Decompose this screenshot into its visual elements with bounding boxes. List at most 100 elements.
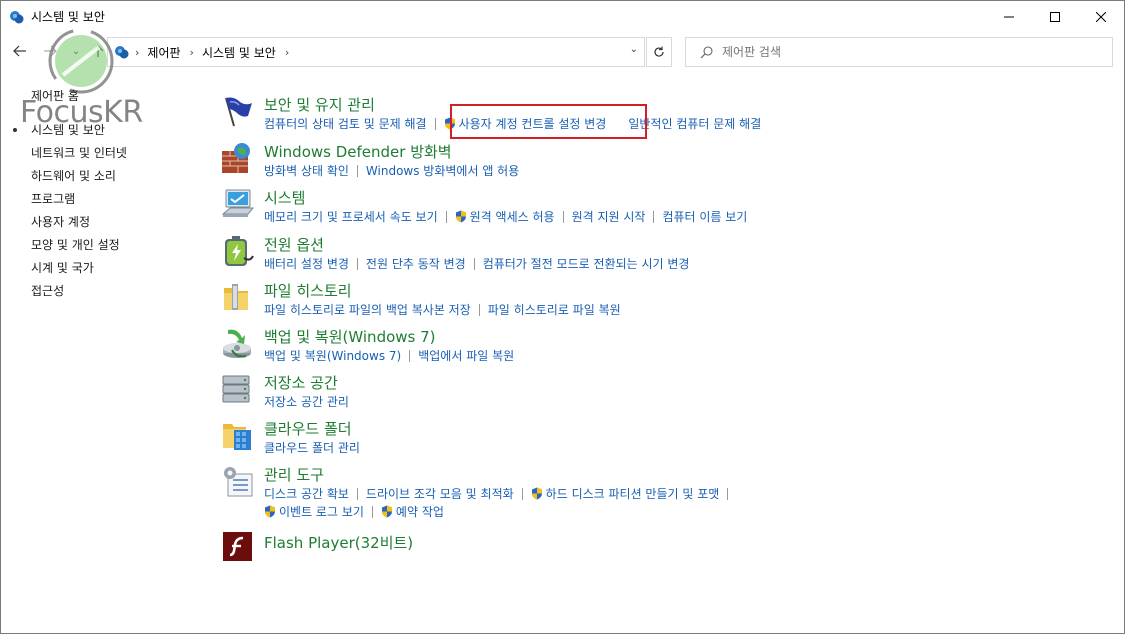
category-title[interactable]: 전원 옵션: [264, 234, 324, 255]
category-title[interactable]: 클라우드 폴더: [264, 418, 352, 439]
breadcrumb-control-panel[interactable]: 제어판: [147, 44, 180, 61]
link-separator: [356, 164, 358, 177]
link-troubleshoot[interactable]: 일반적인 컴퓨터 문제 해결: [628, 115, 761, 132]
link-separator: [478, 303, 480, 316]
system-icon: [221, 189, 254, 217]
breadcrumb-chevron-icon: ›: [135, 45, 140, 59]
sidebar-item-clock-region[interactable]: 시계 및 국가: [31, 259, 94, 276]
minimize-button[interactable]: [986, 1, 1032, 32]
link-view-event-logs[interactable]: 이벤트 로그 보기: [264, 503, 364, 520]
highlight-box: [450, 104, 647, 139]
navigation-bar: ⌄ › 제어판 › 시스템 및 보안 › ⌄: [1, 34, 1124, 68]
link-manage-storage-spaces[interactable]: 저장소 공간 관리: [264, 393, 349, 410]
control-panel-icon: [115, 46, 129, 59]
flag-icon: [225, 97, 252, 127]
link-separator: [562, 210, 564, 223]
control-panel-window: 시스템 및 보안 ⌄ › 제어판 › 시스템 및 보안 › ⌄ 제어판 검색 F…: [0, 0, 1125, 634]
breadcrumb-system-security[interactable]: 시스템 및 보안: [202, 44, 276, 61]
sidebar-item-user-accounts[interactable]: 사용자 계정: [31, 213, 90, 230]
link-defragment-optimize[interactable]: 드라이브 조각 모음 및 최적화: [366, 485, 514, 502]
back-arrow-icon: [13, 45, 26, 57]
link-separator: [356, 257, 358, 270]
category-title[interactable]: Windows Defender 방화벽: [264, 141, 452, 162]
search-box[interactable]: [685, 37, 1113, 67]
category-title[interactable]: 관리 도구: [264, 464, 324, 485]
refresh-button[interactable]: [646, 37, 672, 67]
title-bar: 시스템 및 보안: [1, 1, 1124, 32]
sidebar-item-programs[interactable]: 프로그램: [31, 190, 75, 207]
chevron-down-icon: ⌄: [71, 45, 81, 57]
address-bar[interactable]: › 제어판 › 시스템 및 보안 › ⌄: [107, 37, 645, 67]
sidebar-item-control-panel-home[interactable]: 제어판 홈: [31, 87, 79, 104]
close-icon: [1096, 11, 1106, 22]
search-icon: [700, 46, 713, 59]
sidebar-item-ease-of-access[interactable]: 접근성: [31, 282, 64, 299]
file-history-icon: [224, 284, 248, 310]
minimize-icon: [1004, 16, 1014, 17]
search-input[interactable]: [720, 44, 1104, 60]
link-separator: [445, 210, 447, 223]
category-title[interactable]: Flash Player(32비트): [264, 532, 413, 553]
link-allow-remote-access[interactable]: 원격 액세스 허용: [455, 208, 555, 225]
link-free-disk-space[interactable]: 디스크 공간 확보: [264, 485, 349, 502]
up-arrow-icon: [92, 45, 104, 57]
category-title[interactable]: 파일 히스토리: [264, 280, 352, 301]
category-title[interactable]: 보안 및 유지 관리: [264, 94, 375, 115]
storage-spaces-icon: [222, 375, 250, 403]
up-button[interactable]: [87, 40, 109, 62]
link-scheduled-tasks[interactable]: 예약 작업: [381, 503, 444, 520]
link-firewall-status[interactable]: 방화벽 상태 확인: [264, 162, 349, 179]
link-manage-work-folders[interactable]: 클라우드 폴더 관리: [264, 439, 360, 456]
selected-indicator-icon: [13, 128, 17, 132]
close-button[interactable]: [1078, 1, 1124, 32]
category-title[interactable]: 저장소 공간: [264, 372, 338, 393]
admin-tools-icon: [224, 467, 253, 497]
recent-locations-button[interactable]: ⌄: [65, 40, 87, 62]
link-power-button-behavior[interactable]: 전원 단추 동작 변경: [366, 255, 466, 272]
link-separator: [521, 487, 523, 500]
category-title[interactable]: 백업 및 복원(Windows 7): [264, 326, 436, 347]
maximize-icon: [1050, 11, 1060, 22]
uac-shield-icon: [531, 487, 542, 500]
link-save-backup-copies[interactable]: 파일 히스토리로 파일의 백업 복사본 저장: [264, 301, 471, 318]
uac-shield-icon: [265, 505, 275, 518]
link-restore-files[interactable]: 파일 히스토리로 파일 복원: [488, 301, 621, 318]
category-title[interactable]: 시스템: [264, 187, 305, 208]
control-panel-icon: [10, 10, 24, 23]
link-create-format-partitions[interactable]: 하드 디스크 파티션 만들기 및 포맷: [531, 485, 719, 502]
sidebar-item-hardware-sound[interactable]: 하드웨어 및 소리: [31, 167, 116, 184]
link-allow-app-firewall[interactable]: Windows 방화벽에서 앱 허용: [366, 162, 519, 179]
backup-restore-icon: [223, 329, 251, 358]
address-dropdown-icon[interactable]: ⌄: [630, 44, 638, 55]
breadcrumb-chevron-icon: ›: [284, 45, 290, 59]
work-folders-icon: [223, 424, 251, 450]
forward-button[interactable]: [39, 40, 61, 62]
link-separator: [409, 349, 411, 362]
flash-player-icon: [223, 532, 252, 561]
sidebar-item-appearance[interactable]: 모양 및 개인 설정: [31, 236, 120, 253]
sidebar-item-network-internet[interactable]: 네트워크 및 인터넷: [31, 144, 127, 161]
link-battery-settings[interactable]: 배터리 설정 변경: [264, 255, 349, 272]
link-separator: [653, 210, 655, 223]
link-separator: [473, 257, 475, 270]
maximize-button[interactable]: [1032, 1, 1078, 32]
link-computer-name[interactable]: 컴퓨터 이름 보기: [662, 208, 747, 225]
link-separator: [356, 487, 358, 500]
link-separator: [727, 487, 729, 500]
back-button[interactable]: [9, 40, 31, 62]
link-remote-assistance[interactable]: 원격 지원 시작: [572, 208, 646, 225]
refresh-icon: [654, 46, 664, 57]
link-restore-from-backup[interactable]: 백업에서 파일 복원: [418, 347, 514, 364]
link-backup-restore-win7[interactable]: 백업 및 복원(Windows 7): [264, 347, 401, 364]
link-separator: [434, 117, 436, 130]
uac-shield-icon: [381, 505, 392, 518]
sidebar-item-system-security: 시스템 및 보안: [31, 123, 105, 137]
window-title: 시스템 및 보안: [31, 10, 105, 24]
forward-arrow-icon: [44, 45, 57, 57]
link-separator: [371, 505, 373, 518]
link-sleep-timing[interactable]: 컴퓨터가 절전 모드로 전환되는 시기 변경: [483, 255, 690, 272]
link-view-ram-cpu[interactable]: 메모리 크기 및 프로세서 속도 보기: [264, 208, 438, 225]
link-review-status[interactable]: 컴퓨터의 상태 검토 및 문제 해결: [264, 115, 427, 132]
firewall-icon: [222, 143, 250, 173]
uac-shield-icon: [455, 210, 466, 223]
